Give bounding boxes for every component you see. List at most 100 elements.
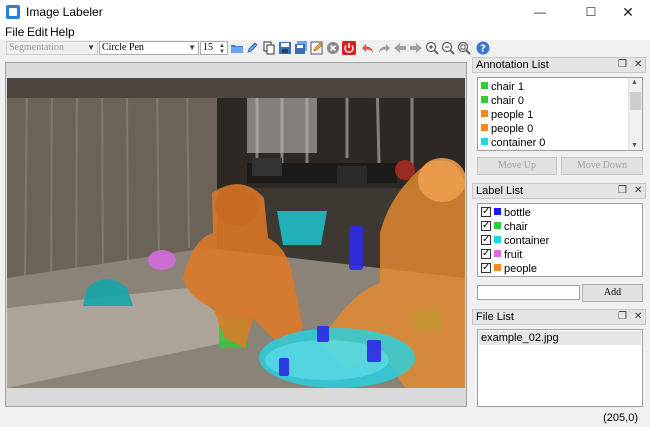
scroll-down-icon[interactable]: ▼ <box>631 142 638 149</box>
annotation-label: people 1 <box>491 109 534 121</box>
zoom-fit-icon[interactable] <box>457 41 471 55</box>
label-item[interactable]: bottle <box>481 205 531 220</box>
help-icon[interactable]: ? <box>476 41 490 55</box>
label-checkbox[interactable] <box>481 247 491 261</box>
move-up-button[interactable]: Move Up <box>477 157 557 175</box>
status-bar: (205,0) <box>0 411 650 427</box>
new-label-input[interactable] <box>477 285 580 300</box>
color-swatch <box>494 264 501 271</box>
annotation-label: chair 1 <box>491 81 525 93</box>
chevron-down-icon: ▼ <box>188 43 196 52</box>
annotation-item[interactable]: container 0 <box>481 136 545 150</box>
svg-text:?: ? <box>480 44 486 55</box>
close-button[interactable]: ✕ <box>606 0 650 24</box>
color-swatch <box>481 138 488 145</box>
save-all-icon[interactable] <box>294 41 308 55</box>
scroll-up-icon[interactable]: ▲ <box>631 79 638 86</box>
redo-icon[interactable] <box>377 41 391 55</box>
annotation-item[interactable]: chair 0 <box>481 94 524 108</box>
color-swatch <box>481 110 488 117</box>
window-title: Image Labeler <box>26 5 103 19</box>
open-folder-icon[interactable] <box>230 41 244 55</box>
annotation-label: chair 0 <box>491 95 525 107</box>
label-name: bottle <box>504 207 531 219</box>
annotation-label: people 0 <box>491 123 534 135</box>
float-panel-icon[interactable]: ❐ <box>618 59 627 70</box>
arrow-left-icon[interactable] <box>393 41 407 55</box>
zoom-out-icon[interactable] <box>441 41 455 55</box>
color-swatch <box>494 222 501 229</box>
annotation-item[interactable]: people 1 <box>481 108 533 122</box>
annotation-list-panel: Annotation List ❐ ✕ chair 1 chair 0 peop… <box>472 57 646 181</box>
label-item[interactable]: chair <box>481 219 528 234</box>
annotation-item[interactable]: people 0 <box>481 122 533 136</box>
label-checkbox[interactable] <box>481 261 491 275</box>
annotation-list-scrollbar[interactable]: ▲ ▼ <box>628 78 642 150</box>
float-panel-icon[interactable]: ❐ <box>618 311 627 322</box>
file-list-header: File List ❐ ✕ <box>472 309 646 325</box>
undo-icon[interactable] <box>361 41 375 55</box>
label-name: fruit <box>504 249 523 261</box>
label-list-panel: Label List ❐ ✕ bottle chair container fr… <box>472 183 646 303</box>
menu-edit[interactable]: Edit <box>27 25 48 39</box>
copy-icon[interactable] <box>262 41 276 55</box>
menu-file[interactable]: File <box>5 25 24 39</box>
menu-help[interactable]: Help <box>50 25 75 39</box>
label-item[interactable]: people <box>481 261 538 276</box>
label-item[interactable]: container <box>481 233 550 248</box>
main-window: Image Labeler — ☐ ✕ File Edit Help Segme… <box>0 0 650 427</box>
move-down-button[interactable]: Move Down <box>561 157 643 175</box>
close-panel-icon[interactable]: ✕ <box>634 311 642 322</box>
color-swatch <box>494 250 501 257</box>
zoom-in-icon[interactable] <box>425 41 439 55</box>
annotation-item[interactable]: chair 1 <box>481 80 524 94</box>
float-panel-icon[interactable]: ❐ <box>618 185 627 196</box>
annotation-list-title: Annotation List <box>476 59 549 71</box>
toolbar: Segmentation ▼ Circle Pen ▼ 15 ▲ ▼ <box>0 40 472 56</box>
cancel-circle-icon[interactable] <box>326 41 340 55</box>
scrollbar-thumb[interactable] <box>630 92 641 110</box>
close-panel-icon[interactable]: ✕ <box>634 185 642 196</box>
annotation-label: container 0 <box>491 137 546 149</box>
label-list-header: Label List ❐ ✕ <box>472 183 646 199</box>
spin-arrows-icon: ▲ ▼ <box>219 43 225 55</box>
minimize-button[interactable]: — <box>518 0 562 24</box>
power-icon[interactable] <box>342 41 356 55</box>
photo-scene <box>7 78 465 388</box>
pen-size-value: 15 <box>203 42 213 53</box>
label-checkbox[interactable] <box>481 205 491 219</box>
color-swatch <box>481 96 488 103</box>
mode-select-value: Segmentation <box>9 42 64 53</box>
label-name: people <box>504 263 538 275</box>
label-checkbox[interactable] <box>481 219 491 233</box>
close-panel-icon[interactable]: ✕ <box>634 59 642 70</box>
file-list-panel: File List ❐ ✕ example_02.jpg <box>472 309 646 409</box>
pen-size-spinbox[interactable]: 15 ▲ ▼ <box>200 41 228 55</box>
pen-select[interactable]: Circle Pen ▼ <box>99 41 199 55</box>
label-name: chair <box>504 221 528 233</box>
app-icon <box>6 5 20 19</box>
color-swatch <box>494 236 501 243</box>
label-name: container <box>504 235 550 247</box>
properties-icon[interactable] <box>310 41 324 55</box>
file-list-item[interactable]: example_02.jpg <box>479 331 641 345</box>
save-icon[interactable] <box>278 41 292 55</box>
label-checkbox[interactable] <box>481 233 491 247</box>
label-item[interactable]: fruit <box>481 247 523 262</box>
color-swatch <box>494 208 501 215</box>
label-list[interactable]: bottle chair container fruit people <box>477 203 643 277</box>
color-swatch <box>481 82 488 89</box>
pen-select-value: Circle Pen <box>102 42 144 53</box>
add-label-button[interactable]: Add <box>582 284 643 302</box>
cursor-coords: (205,0) <box>603 412 638 424</box>
chevron-down-icon: ▼ <box>87 43 95 52</box>
mode-select[interactable]: Segmentation ▼ <box>6 41 98 55</box>
annotation-list[interactable]: chair 1 chair 0 people 1 people 0 contai… <box>477 77 643 151</box>
labeled-photo[interactable] <box>7 78 465 388</box>
file-list[interactable]: example_02.jpg <box>477 329 643 407</box>
color-swatch <box>481 124 488 131</box>
label-list-title: Label List <box>476 185 524 197</box>
annotation-list-header: Annotation List ❐ ✕ <box>472 57 646 73</box>
edit-pencil-icon[interactable] <box>246 41 260 55</box>
arrow-right-icon[interactable] <box>409 41 423 55</box>
